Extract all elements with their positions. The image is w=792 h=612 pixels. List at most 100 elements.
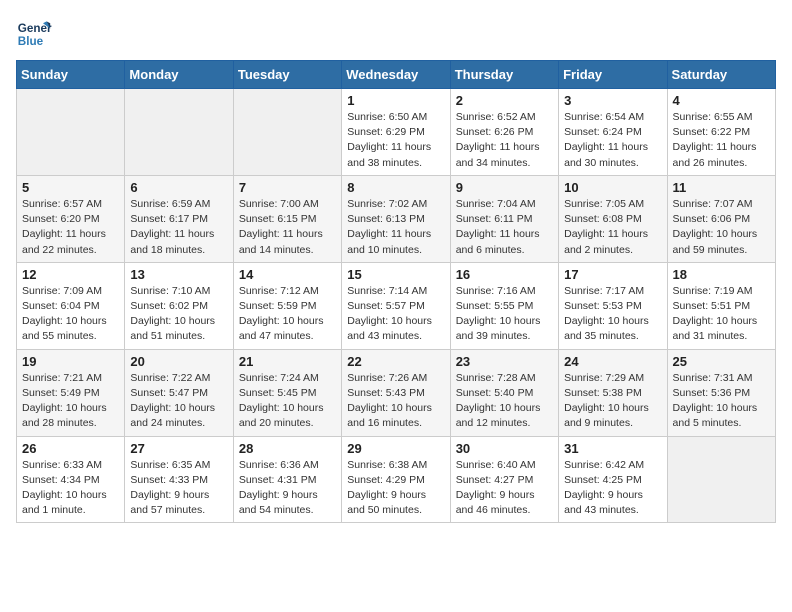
day-number: 11 bbox=[673, 180, 770, 195]
calendar-header-row: SundayMondayTuesdayWednesdayThursdayFrid… bbox=[17, 61, 776, 89]
calendar-day-cell: 16 Sunrise: 7:16 AMSunset: 5:55 PMDayligh… bbox=[450, 262, 558, 349]
day-number: 31 bbox=[564, 441, 661, 456]
day-info: Sunrise: 6:40 AMSunset: 4:27 PMDaylight:… bbox=[456, 458, 553, 519]
calendar-day-cell bbox=[233, 89, 341, 176]
calendar-day-cell: 24Sunrise: 7:29 AMSunset: 5:38 PMDayligh… bbox=[559, 349, 667, 436]
day-of-week-header: Wednesday bbox=[342, 61, 450, 89]
calendar-table: SundayMondayTuesdayWednesdayThursdayFrid… bbox=[16, 60, 776, 523]
day-info: Sunrise: 7:10 AMSunset: 6:02 PMDaylight:… bbox=[130, 284, 227, 345]
day-number: 26 bbox=[22, 441, 119, 456]
day-info: Sunrise: 6:59 AMSunset: 6:17 PMDaylight:… bbox=[130, 197, 227, 258]
day-info: Sunrise: 6:38 AMSunset: 4:29 PMDaylight:… bbox=[347, 458, 444, 519]
calendar-day-cell: 3 Sunrise: 6:54 AMSunset: 6:24 PMDaylight… bbox=[559, 89, 667, 176]
day-number: 20 bbox=[130, 354, 227, 369]
day-info: Sunrise: 7:05 AMSunset: 6:08 PMDaylight:… bbox=[564, 197, 661, 258]
calendar-week-row: 1 Sunrise: 6:50 AMSunset: 6:29 PMDaylight… bbox=[17, 89, 776, 176]
day-number: 9 bbox=[456, 180, 553, 195]
day-of-week-header: Friday bbox=[559, 61, 667, 89]
day-number: 10 bbox=[564, 180, 661, 195]
day-info: Sunrise: 7:31 AMSunset: 5:36 PMDaylight:… bbox=[673, 371, 770, 432]
svg-text:Blue: Blue bbox=[18, 35, 44, 48]
calendar-day-cell: 4 Sunrise: 6:55 AMSunset: 6:22 PMDaylight… bbox=[667, 89, 775, 176]
calendar-day-cell: 17Sunrise: 7:17 AMSunset: 5:53 PMDayligh… bbox=[559, 262, 667, 349]
calendar-day-cell: 26 Sunrise: 6:33 AMSunset: 4:34 PMDayligh… bbox=[17, 436, 125, 523]
day-info: Sunrise: 7:26 AMSunset: 5:43 PMDaylight:… bbox=[347, 371, 444, 432]
day-info: Sunrise: 7:09 AMSunset: 6:04 PMDaylight:… bbox=[22, 284, 119, 345]
day-number: 12 bbox=[22, 267, 119, 282]
calendar-week-row: 19Sunrise: 7:21 AMSunset: 5:49 PMDayligh… bbox=[17, 349, 776, 436]
calendar-day-cell: 12 Sunrise: 7:09 AMSunset: 6:04 PMDayligh… bbox=[17, 262, 125, 349]
day-number: 4 bbox=[673, 93, 770, 108]
calendar-day-cell: 6Sunrise: 6:59 AMSunset: 6:17 PMDaylight… bbox=[125, 175, 233, 262]
calendar-day-cell: 1 Sunrise: 6:50 AMSunset: 6:29 PMDaylight… bbox=[342, 89, 450, 176]
day-info: Sunrise: 7:00 AMSunset: 6:15 PMDaylight:… bbox=[239, 197, 336, 258]
day-info: Sunrise: 7:16 AMSunset: 5:55 PMDaylight:… bbox=[456, 284, 553, 345]
day-number: 13 bbox=[130, 267, 227, 282]
day-number: 3 bbox=[564, 93, 661, 108]
page-header: General Blue bbox=[16, 16, 776, 52]
day-info: Sunrise: 6:42 AMSunset: 4:25 PMDaylight:… bbox=[564, 458, 661, 519]
day-number: 25 bbox=[673, 354, 770, 369]
calendar-day-cell: 13 Sunrise: 7:10 AMSunset: 6:02 PMDayligh… bbox=[125, 262, 233, 349]
logo: General Blue bbox=[16, 16, 52, 52]
day-number: 19 bbox=[22, 354, 119, 369]
calendar-day-cell bbox=[125, 89, 233, 176]
day-info: Sunrise: 7:14 AMSunset: 5:57 PMDaylight:… bbox=[347, 284, 444, 345]
day-info: Sunrise: 6:57 AMSunset: 6:20 PMDaylight:… bbox=[22, 197, 119, 258]
day-number: 5 bbox=[22, 180, 119, 195]
calendar-day-cell: 30Sunrise: 6:40 AMSunset: 4:27 PMDayligh… bbox=[450, 436, 558, 523]
day-of-week-header: Monday bbox=[125, 61, 233, 89]
day-number: 14 bbox=[239, 267, 336, 282]
day-info: Sunrise: 7:19 AMSunset: 5:51 PMDaylight:… bbox=[673, 284, 770, 345]
calendar-week-row: 12 Sunrise: 7:09 AMSunset: 6:04 PMDayligh… bbox=[17, 262, 776, 349]
calendar-day-cell: 31 Sunrise: 6:42 AMSunset: 4:25 PMDayligh… bbox=[559, 436, 667, 523]
day-number: 28 bbox=[239, 441, 336, 456]
day-info: Sunrise: 6:54 AMSunset: 6:24 PMDaylight:… bbox=[564, 110, 661, 171]
day-info: Sunrise: 7:12 AMSunset: 5:59 PMDaylight:… bbox=[239, 284, 336, 345]
day-info: Sunrise: 7:28 AMSunset: 5:40 PMDaylight:… bbox=[456, 371, 553, 432]
calendar-day-cell bbox=[667, 436, 775, 523]
calendar-day-cell: 22 Sunrise: 7:26 AMSunset: 5:43 PMDayligh… bbox=[342, 349, 450, 436]
day-number: 27 bbox=[130, 441, 227, 456]
day-info: Sunrise: 6:33 AMSunset: 4:34 PMDaylight:… bbox=[22, 458, 119, 519]
day-of-week-header: Saturday bbox=[667, 61, 775, 89]
day-info: Sunrise: 6:36 AMSunset: 4:31 PMDaylight:… bbox=[239, 458, 336, 519]
calendar-day-cell: 15 Sunrise: 7:14 AMSunset: 5:57 PMDayligh… bbox=[342, 262, 450, 349]
day-info: Sunrise: 6:50 AMSunset: 6:29 PMDaylight:… bbox=[347, 110, 444, 171]
day-number: 16 bbox=[456, 267, 553, 282]
day-number: 24 bbox=[564, 354, 661, 369]
calendar-week-row: 5 Sunrise: 6:57 AMSunset: 6:20 PMDaylight… bbox=[17, 175, 776, 262]
day-of-week-header: Sunday bbox=[17, 61, 125, 89]
calendar-day-cell: 27 Sunrise: 6:35 AMSunset: 4:33 PMDayligh… bbox=[125, 436, 233, 523]
day-info: Sunrise: 7:24 AMSunset: 5:45 PMDaylight:… bbox=[239, 371, 336, 432]
calendar-day-cell: 14 Sunrise: 7:12 AMSunset: 5:59 PMDayligh… bbox=[233, 262, 341, 349]
day-number: 2 bbox=[456, 93, 553, 108]
day-info: Sunrise: 7:02 AMSunset: 6:13 PMDaylight:… bbox=[347, 197, 444, 258]
calendar-day-cell: 11 Sunrise: 7:07 AMSunset: 6:06 PMDayligh… bbox=[667, 175, 775, 262]
calendar-day-cell: 23 Sunrise: 7:28 AMSunset: 5:40 PMDayligh… bbox=[450, 349, 558, 436]
calendar-day-cell: 19Sunrise: 7:21 AMSunset: 5:49 PMDayligh… bbox=[17, 349, 125, 436]
day-number: 15 bbox=[347, 267, 444, 282]
day-of-week-header: Tuesday bbox=[233, 61, 341, 89]
day-number: 18 bbox=[673, 267, 770, 282]
day-number: 22 bbox=[347, 354, 444, 369]
day-info: Sunrise: 6:35 AMSunset: 4:33 PMDaylight:… bbox=[130, 458, 227, 519]
calendar-day-cell: 25 Sunrise: 7:31 AMSunset: 5:36 PMDayligh… bbox=[667, 349, 775, 436]
day-info: Sunrise: 6:55 AMSunset: 6:22 PMDaylight:… bbox=[673, 110, 770, 171]
calendar-day-cell bbox=[17, 89, 125, 176]
day-info: Sunrise: 7:07 AMSunset: 6:06 PMDaylight:… bbox=[673, 197, 770, 258]
calendar-day-cell: 28 Sunrise: 6:36 AMSunset: 4:31 PMDayligh… bbox=[233, 436, 341, 523]
calendar-day-cell: 29 Sunrise: 6:38 AMSunset: 4:29 PMDayligh… bbox=[342, 436, 450, 523]
calendar-day-cell: 7Sunrise: 7:00 AMSunset: 6:15 PMDaylight… bbox=[233, 175, 341, 262]
day-info: Sunrise: 7:22 AMSunset: 5:47 PMDaylight:… bbox=[130, 371, 227, 432]
day-number: 29 bbox=[347, 441, 444, 456]
day-of-week-header: Thursday bbox=[450, 61, 558, 89]
calendar-day-cell: 18 Sunrise: 7:19 AMSunset: 5:51 PMDayligh… bbox=[667, 262, 775, 349]
calendar-day-cell: 2 Sunrise: 6:52 AMSunset: 6:26 PMDaylight… bbox=[450, 89, 558, 176]
day-number: 1 bbox=[347, 93, 444, 108]
calendar-day-cell: 21Sunrise: 7:24 AMSunset: 5:45 PMDayligh… bbox=[233, 349, 341, 436]
day-number: 23 bbox=[456, 354, 553, 369]
calendar-day-cell: 8Sunrise: 7:02 AMSunset: 6:13 PMDaylight… bbox=[342, 175, 450, 262]
calendar-day-cell: 9Sunrise: 7:04 AMSunset: 6:11 PMDaylight… bbox=[450, 175, 558, 262]
day-info: Sunrise: 6:52 AMSunset: 6:26 PMDaylight:… bbox=[456, 110, 553, 171]
